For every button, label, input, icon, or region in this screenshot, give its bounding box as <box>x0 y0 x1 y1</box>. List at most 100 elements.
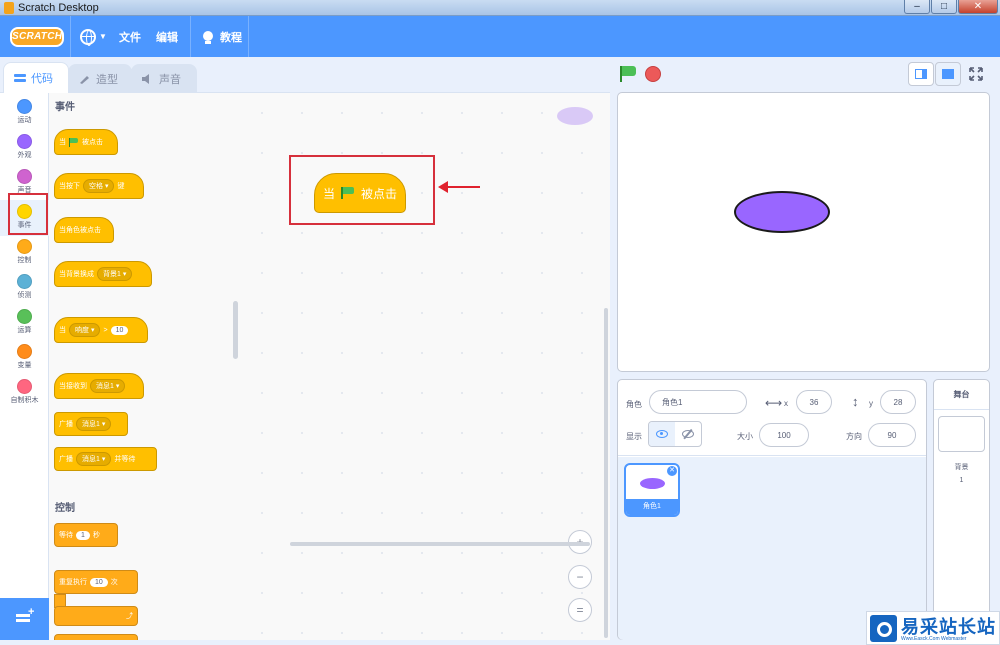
category-operators-dot <box>17 309 32 324</box>
large-stage-button[interactable] <box>935 62 961 86</box>
watermark-logo-icon <box>870 615 897 642</box>
y-field[interactable]: 28 <box>880 390 916 414</box>
loudness-value-input[interactable]: 10 <box>110 325 129 335</box>
block-when-backdrop-switches[interactable]: 当背景换成 背景1 ▾ <box>54 261 152 287</box>
category-sensing[interactable]: 侦测 <box>0 270 49 306</box>
block-text: > <box>103 326 108 334</box>
block-text: 次 <box>110 579 118 586</box>
category-my-blocks[interactable]: 自制积木 <box>0 375 49 411</box>
wait-value-input[interactable]: 1 <box>76 530 90 540</box>
window-title: Scratch Desktop <box>18 2 99 14</box>
block-text: 当 <box>322 186 335 201</box>
speaker-icon <box>142 74 149 84</box>
category-operators[interactable]: 运算 <box>0 305 49 341</box>
backdrops-label: 背景 <box>954 464 969 471</box>
eye-off-icon <box>682 430 694 438</box>
tab-code[interactable]: 代码 <box>3 62 69 93</box>
show-sprite-button[interactable] <box>649 422 675 446</box>
zoom-reset-button[interactable]: = <box>568 598 592 622</box>
script-area[interactable]: 当被点击 + − = <box>242 92 610 640</box>
language-menu[interactable]: ▼ <box>80 16 107 57</box>
category-variables[interactable]: 变量 <box>0 340 49 376</box>
category-label: 运算 <box>17 327 32 334</box>
delete-sprite-icon[interactable]: ✕ <box>667 466 677 476</box>
maximize-button[interactable]: □ <box>931 0 957 14</box>
category-label: 自制积木 <box>10 397 39 404</box>
paintbrush-icon <box>80 76 89 84</box>
tab-sounds[interactable]: 声音 <box>131 64 197 93</box>
backdrop-dropdown[interactable]: 背景1 ▾ <box>97 267 133 281</box>
small-stage-button[interactable] <box>908 62 934 86</box>
palette-scrollbar[interactable] <box>233 301 238 359</box>
tab-code-label: 代码 <box>31 73 53 85</box>
fullscreen-button[interactable] <box>963 62 989 86</box>
repeat-value-input[interactable]: 10 <box>90 577 108 587</box>
category-looks[interactable]: 外观 <box>0 130 49 166</box>
scratch-app-icon <box>4 2 14 14</box>
category-looks-dot <box>17 134 32 149</box>
block-text: 当接收到 <box>59 383 87 390</box>
block-when-flag-clicked[interactable]: 当 被点击 <box>54 129 118 155</box>
close-button[interactable]: ✕ <box>958 0 998 14</box>
minimize-button[interactable]: – <box>904 0 930 14</box>
category-control-dot <box>17 239 32 254</box>
block-forever[interactable] <box>54 634 138 640</box>
menu-bar: SCRATCH ▼ 文件 编辑 教程 <box>0 16 1000 57</box>
sprite-tile-name: 角色1 <box>626 499 678 515</box>
direction-field[interactable]: 90 <box>868 423 916 447</box>
message-dropdown[interactable]: 消息1 ▾ <box>90 379 126 393</box>
zoom-out-button[interactable]: − <box>568 565 592 589</box>
category-motion[interactable]: 运动 <box>0 95 49 131</box>
stage-selector[interactable]: 舞台 背景 1 <box>933 379 990 640</box>
block-text: 广播 <box>59 456 73 463</box>
window-titlebar: Scratch Desktop – □ ✕ <box>0 0 1000 16</box>
add-extension-button[interactable] <box>0 598 49 640</box>
tutorials-menu[interactable]: 教程 <box>202 16 242 57</box>
tutorials-label: 教程 <box>220 31 242 44</box>
loudness-dropdown[interactable]: 响度 ▾ <box>69 323 101 337</box>
site-watermark: 易采站长站 Www.Easck.Com Webmaster <box>866 611 1000 645</box>
script-when-flag-clicked[interactable]: 当 被点击 <box>314 173 406 213</box>
block-when-key-pressed[interactable]: 当按下 空格 ▾ 键 <box>54 173 144 199</box>
edit-menu[interactable]: 编辑 <box>156 16 178 57</box>
sprite-thumbnail <box>640 478 665 489</box>
category-control[interactable]: 控制 <box>0 235 49 271</box>
block-broadcast[interactable]: 广播 消息1 ▾ <box>54 412 128 436</box>
tab-costumes[interactable]: 造型 <box>68 64 132 93</box>
block-wait-seconds[interactable]: 等待 1 秒 <box>54 523 118 547</box>
green-flag-button[interactable] <box>620 66 638 82</box>
block-when-sprite-clicked[interactable]: 当角色被点击 <box>54 217 114 243</box>
code-blocks-icon <box>14 74 26 82</box>
message-dropdown[interactable]: 消息1 ▾ <box>76 452 112 466</box>
block-text: 并等待 <box>114 456 136 463</box>
fullscreen-icon <box>969 67 983 81</box>
block-when-receive[interactable]: 当接收到 消息1 ▾ <box>54 373 144 399</box>
category-variables-dot <box>17 344 32 359</box>
file-menu[interactable]: 文件 <box>119 16 141 57</box>
stop-button[interactable] <box>645 66 661 82</box>
sprite-name-field[interactable]: 角色1 <box>649 390 747 414</box>
block-text: 当按下 <box>59 183 80 190</box>
x-field[interactable]: 36 <box>796 390 832 414</box>
dropdown-value: 消息1 <box>82 421 100 428</box>
block-repeat[interactable]: 重复执行 10 次 <box>54 570 138 594</box>
script-horizontal-scrollbar[interactable] <box>290 542 590 546</box>
x-label: x <box>784 399 788 408</box>
watermark-subtitle: Www.Easck.Com Webmaster <box>901 636 967 642</box>
script-vertical-scrollbar[interactable] <box>604 308 608 638</box>
size-field[interactable]: 100 <box>759 423 809 447</box>
category-my-blocks-dot <box>17 379 32 394</box>
sprite-tile[interactable]: ✕ 角色1 <box>624 463 680 517</box>
block-broadcast-and-wait[interactable]: 广播 消息1 ▾ 并等待 <box>54 447 157 471</box>
annotation-arrow-script <box>438 181 480 193</box>
stage-canvas[interactable] <box>617 92 990 372</box>
hide-sprite-button[interactable] <box>675 422 701 446</box>
block-when-loudness[interactable]: 当响度 ▾ >10 <box>54 317 148 343</box>
category-label: 控制 <box>17 257 32 264</box>
sprite-info: 角色 角色1 ⟷ x 36 ↕ y 28 显示 大小 100 方向 90 <box>618 380 926 456</box>
key-dropdown[interactable]: 空格 ▾ <box>83 179 115 193</box>
palette-control-header: 控制 <box>55 503 75 514</box>
sprite-ellipse[interactable] <box>734 191 830 233</box>
message-dropdown[interactable]: 消息1 ▾ <box>76 417 112 431</box>
scratch-logo[interactable]: SCRATCH <box>10 27 64 47</box>
